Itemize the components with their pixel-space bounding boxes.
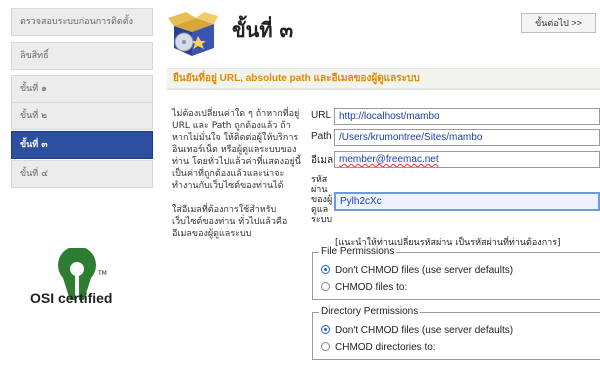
radio-unchecked-icon[interactable]: [321, 342, 330, 351]
email-field[interactable]: member@freemac.net: [334, 151, 600, 168]
password-field[interactable]: Pylh2cXc: [334, 192, 600, 211]
dir-chmod-custom-label: CHMOD directories to:: [335, 342, 436, 353]
file-chmod-default-label: Don't CHMOD files (use server defaults): [335, 265, 514, 276]
email-value: member@freemac.net: [339, 154, 439, 165]
path-field[interactable]: /Users/krumontree/Sites/mambo: [334, 129, 600, 146]
url-label: URL: [311, 110, 332, 121]
radio-checked-icon[interactable]: [321, 325, 330, 334]
file-permissions-group: File Permissions Don't CHMOD files (use …: [312, 246, 600, 300]
page-title: ขั้นที่ ๓: [232, 18, 294, 42]
directory-permissions-legend: Directory Permissions: [319, 306, 421, 317]
sidebar-item-step-4[interactable]: ขั้นที่ ๔: [11, 160, 153, 188]
path-label: Path: [311, 131, 332, 142]
osi-tm-mark: TM: [98, 270, 107, 277]
instructions-paragraph-2: ใส่อีเมลที่ต้องการใช้สำหรับเว็บไซต์ของท่…: [172, 205, 288, 239]
dir-chmod-default-option[interactable]: Don't CHMOD files (use server defaults): [321, 325, 513, 336]
instructions: ไม่ต้องเปลี่ยนค่าใด ๆ ถ้าหากที่อยู่ URL …: [172, 108, 302, 252]
file-chmod-custom-label: CHMOD files to:: [335, 282, 408, 293]
radio-unchecked-icon[interactable]: [321, 282, 330, 291]
instructions-paragraph-1: ไม่ต้องเปลี่ยนค่าใด ๆ ถ้าหากที่อยู่ URL …: [172, 109, 301, 191]
sidebar-item-step-1[interactable]: ขั้นที่ ๑: [11, 75, 153, 103]
install-box-icon: [168, 12, 218, 56]
dir-chmod-default-label: Don't CHMOD files (use server defaults): [335, 325, 514, 336]
sidebar-item-step-2[interactable]: ขั้นที่ ๒: [11, 102, 153, 130]
section-heading: ยืนยันที่อยู่ URL, absolute path และอีเม…: [167, 68, 600, 90]
next-step-button[interactable]: ขั้นต่อไป >>: [521, 13, 596, 33]
url-field[interactable]: http://localhost/mambo: [334, 108, 600, 125]
osi-certified-label: OSI certified: [30, 290, 113, 306]
email-label: อีเมล: [311, 155, 334, 166]
directory-permissions-group: Directory Permissions Don't CHMOD files …: [312, 306, 600, 360]
file-chmod-custom-option[interactable]: CHMOD files to:: [321, 282, 407, 293]
radio-checked-icon[interactable]: [321, 265, 330, 274]
sidebar-item-precheck[interactable]: ตรวจสอบระบบก่อนการติดตั้ง: [11, 8, 153, 36]
sidebar-item-license[interactable]: ลิขสิทธิ์: [11, 42, 153, 70]
file-permissions-legend: File Permissions: [319, 246, 397, 257]
step-sidebar: ตรวจสอบระบบก่อนการติดตั้ง ลิขสิทธิ์ ขั้น…: [0, 0, 160, 379]
sidebar-item-step-3[interactable]: ขั้นที่ ๓: [11, 131, 153, 159]
password-label: รหัสผ่านของผู้ดูแลระบบ: [311, 174, 333, 224]
file-chmod-default-option[interactable]: Don't CHMOD files (use server defaults): [321, 265, 513, 276]
dir-chmod-custom-option[interactable]: CHMOD directories to:: [321, 342, 436, 353]
